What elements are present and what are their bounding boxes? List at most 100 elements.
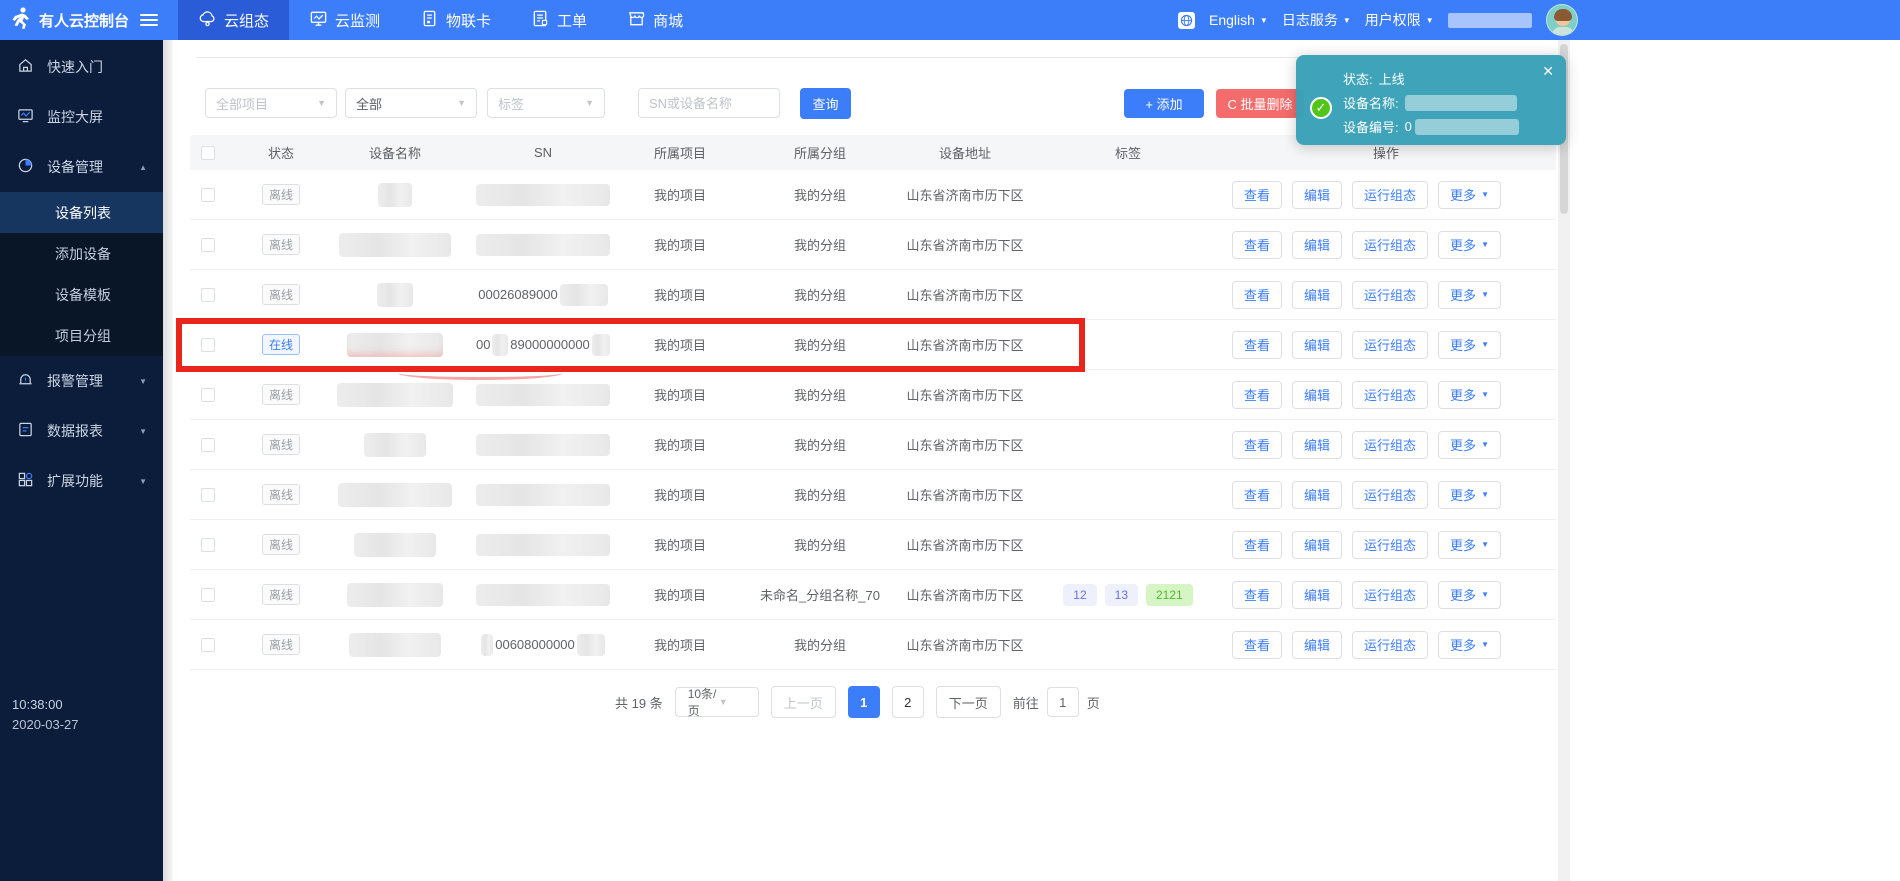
page-scrollbar[interactable] <box>1558 40 1570 881</box>
edit-button[interactable]: 编辑 <box>1292 631 1342 659</box>
view-button[interactable]: 查看 <box>1232 531 1282 559</box>
run-scada-button[interactable]: 运行组态 <box>1352 481 1428 509</box>
run-scada-button[interactable]: 运行组态 <box>1352 331 1428 359</box>
sidebar-item-monitor-screen[interactable]: 监控大屏 <box>0 92 163 142</box>
view-button[interactable]: 查看 <box>1232 631 1282 659</box>
edit-button[interactable]: 编辑 <box>1292 381 1342 409</box>
sidebar-item-quick-start[interactable]: 快速入门 <box>0 42 163 92</box>
edit-button[interactable]: 编辑 <box>1292 481 1342 509</box>
col-header-group: 所属分组 <box>750 143 890 162</box>
view-button[interactable]: 查看 <box>1232 281 1282 309</box>
row-checkbox[interactable] <box>201 588 215 602</box>
row-checkbox[interactable] <box>201 538 215 552</box>
row-checkbox[interactable] <box>201 238 215 252</box>
user-avatar[interactable] <box>1546 4 1578 36</box>
edit-button[interactable]: 编辑 <box>1292 431 1342 459</box>
edit-button[interactable]: 编辑 <box>1292 531 1342 559</box>
page-number-2[interactable]: 2 <box>892 686 924 718</box>
tab-cloud-monitor[interactable]: 云监测 <box>289 0 400 40</box>
sn-redacted <box>476 184 610 206</box>
run-scada-button[interactable]: 运行组态 <box>1352 631 1428 659</box>
edit-button[interactable]: 编辑 <box>1292 281 1342 309</box>
cell-device-name <box>314 633 476 657</box>
log-service-menu[interactable]: 日志服务▼ <box>1282 10 1351 30</box>
sidebar-item-alarm-management[interactable]: 报警管理 ▼ <box>0 356 163 406</box>
sidebar-item-add-device[interactable]: 添加设备 <box>0 233 163 274</box>
batch-delete-button[interactable]: C 批量删除 <box>1216 89 1304 118</box>
project-filter-select[interactable]: 全部项目▼ <box>205 88 337 118</box>
more-button[interactable]: 更多▼ <box>1438 581 1501 609</box>
sidebar-item-device-management[interactable]: 设备管理 ▲ <box>0 142 163 192</box>
tab-work-order[interactable]: 工单 <box>511 0 607 40</box>
goto-page-input[interactable] <box>1047 687 1079 717</box>
run-scada-button[interactable]: 运行组态 <box>1352 181 1428 209</box>
run-scada-button[interactable]: 运行组态 <box>1352 431 1428 459</box>
add-device-button[interactable]: + 添加 <box>1124 89 1204 118</box>
scope-filter-select[interactable]: 全部▼ <box>345 88 477 118</box>
view-button[interactable]: 查看 <box>1232 331 1282 359</box>
prev-page-button[interactable]: 上一页 <box>771 686 836 718</box>
cell-sn <box>476 484 610 506</box>
more-button[interactable]: 更多▼ <box>1438 181 1501 209</box>
more-button[interactable]: 更多▼ <box>1438 231 1501 259</box>
row-checkbox[interactable] <box>201 438 215 452</box>
cell-status: 离线 <box>248 384 314 405</box>
row-checkbox[interactable] <box>201 338 215 352</box>
cell-sn: 0089000000000 <box>476 334 610 356</box>
view-button[interactable]: 查看 <box>1232 581 1282 609</box>
run-scada-button[interactable]: 运行组态 <box>1352 231 1428 259</box>
user-permission-menu[interactable]: 用户权限▼ <box>1365 10 1434 30</box>
language-selector[interactable]: English▼ <box>1209 12 1268 28</box>
hamburger-menu-icon[interactable] <box>140 14 158 26</box>
more-button[interactable]: 更多▼ <box>1438 431 1501 459</box>
edit-button[interactable]: 编辑 <box>1292 581 1342 609</box>
view-button[interactable]: 查看 <box>1232 181 1282 209</box>
row-checkbox[interactable] <box>201 638 215 652</box>
row-checkbox[interactable] <box>201 388 215 402</box>
next-page-button[interactable]: 下一页 <box>936 686 1001 718</box>
run-scada-button[interactable]: 运行组态 <box>1352 381 1428 409</box>
run-scada-button[interactable]: 运行组态 <box>1352 281 1428 309</box>
view-button[interactable]: 查看 <box>1232 431 1282 459</box>
sn-redacted <box>476 434 610 456</box>
chevron-down-icon: ▼ <box>1481 340 1489 349</box>
edit-button[interactable]: 编辑 <box>1292 231 1342 259</box>
more-button[interactable]: 更多▼ <box>1438 381 1501 409</box>
tab-iot-card[interactable]: 物联卡 <box>400 0 511 40</box>
view-button[interactable]: 查看 <box>1232 481 1282 509</box>
sidebar-item-device-list[interactable]: 设备列表 <box>0 192 163 233</box>
tag-filter-select[interactable]: 标签▼ <box>487 88 605 118</box>
more-button[interactable]: 更多▼ <box>1438 631 1501 659</box>
sidebar-item-data-report[interactable]: 数据报表 ▼ <box>0 406 163 456</box>
cell-address: 山东省济南市历下区 <box>890 285 1040 304</box>
goto-label: 前往 <box>1013 693 1039 712</box>
more-button[interactable]: 更多▼ <box>1438 481 1501 509</box>
edit-button[interactable]: 编辑 <box>1292 181 1342 209</box>
more-button[interactable]: 更多▼ <box>1438 281 1501 309</box>
sidebar-item-project-group[interactable]: 项目分组 <box>0 315 163 356</box>
run-scada-button[interactable]: 运行组态 <box>1352 531 1428 559</box>
row-checkbox[interactable] <box>201 188 215 202</box>
page-number-1[interactable]: 1 <box>848 686 880 718</box>
query-button[interactable]: 查询 <box>800 88 851 119</box>
close-icon[interactable]: ✕ <box>1542 63 1554 80</box>
view-button[interactable]: 查看 <box>1232 381 1282 409</box>
page-size-select[interactable]: 10条/页▼ <box>675 687 759 717</box>
tab-mall[interactable]: 商城 <box>607 0 703 40</box>
view-button[interactable]: 查看 <box>1232 231 1282 259</box>
search-input[interactable] <box>638 88 780 118</box>
sn-redacted <box>476 384 610 406</box>
edit-button[interactable]: 编辑 <box>1292 331 1342 359</box>
sidebar-item-device-template[interactable]: 设备模板 <box>0 274 163 315</box>
select-all-checkbox[interactable] <box>201 146 215 160</box>
sidebar-item-extensions[interactable]: 扩展功能 ▼ <box>0 456 163 506</box>
row-checkbox[interactable] <box>201 288 215 302</box>
run-scada-button[interactable]: 运行组态 <box>1352 581 1428 609</box>
cell-group: 我的分组 <box>750 185 890 204</box>
more-button[interactable]: 更多▼ <box>1438 531 1501 559</box>
sidebar-scrollbar[interactable] <box>163 40 173 881</box>
cell-status: 在线 <box>248 334 314 355</box>
tab-cloud-scada[interactable]: 云组态 <box>178 0 289 40</box>
row-checkbox[interactable] <box>201 488 215 502</box>
more-button[interactable]: 更多▼ <box>1438 331 1501 359</box>
